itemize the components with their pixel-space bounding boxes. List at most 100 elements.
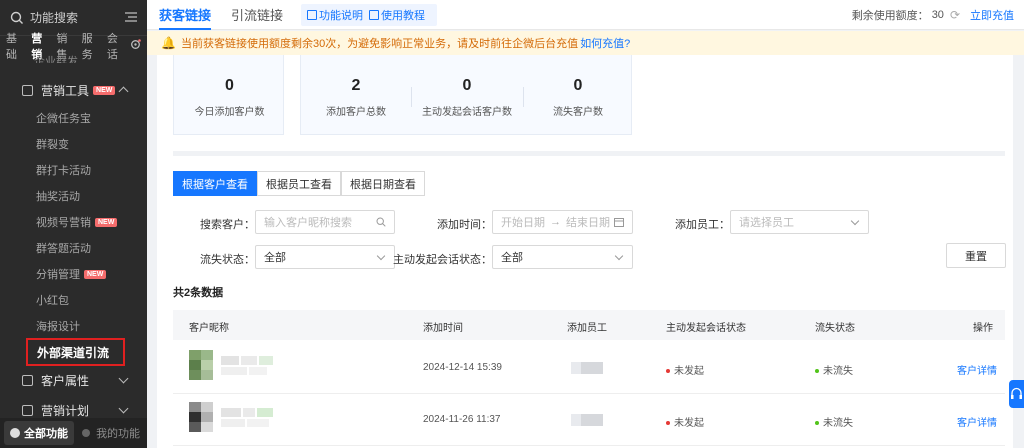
content-card: 0 今日添加客户数 2 添加客户总数 0 主动发起会话客户数 0 流失客户数 根… [157, 55, 1013, 448]
sidebar-item-label: 海报设计 [36, 321, 80, 333]
add-time-cell: 2024-12-14 15:39 [423, 362, 502, 373]
add-time-label: 添加时间： [437, 219, 492, 231]
sidebar-item-distribution[interactable]: 分销管理 NEW [0, 262, 147, 286]
marketing-plan-icon [22, 404, 33, 416]
add-staff-select[interactable]: 请选择员工 [730, 210, 869, 234]
sidebar-item-poster-design[interactable]: 海报设计 [0, 314, 147, 338]
sidebar-group-label: 营销工具 [41, 83, 90, 98]
add-time-range-picker[interactable]: 开始日期 → 结束日期 [492, 210, 633, 234]
book-icon [307, 9, 318, 20]
tab-traffic-link[interactable]: 引流链接 [231, 0, 283, 30]
floating-service-button[interactable] [1009, 380, 1024, 408]
sidebar-item-task-bao[interactable]: 企微任务宝 [0, 106, 147, 130]
all-functions-icon [10, 428, 20, 438]
stat-value: 0 [462, 77, 472, 94]
sidebar-item-group-send[interactable]: 企业群发 [34, 53, 78, 63]
how-to-recharge-link[interactable]: 如何充值? [580, 35, 630, 51]
my-functions-button[interactable]: 我的功能 [82, 425, 140, 441]
stat-label: 今日添加客户数 [194, 107, 265, 118]
sidebar-tab-basic[interactable]: 基础 [6, 30, 25, 62]
col-churn-status: 流失状态 [815, 323, 855, 334]
sidebar-category-tabs: 基础 营销 销售 服务 会话 [0, 33, 147, 61]
stat-today-added: 0 今日添加客户数 [174, 77, 285, 118]
refresh-icon[interactable]: ⟳ [950, 8, 960, 22]
sidebar-item-external-channel[interactable]: 外部渠道引流 [26, 338, 125, 366]
sidebar-item-label: 企微任务宝 [36, 113, 91, 125]
menu-collapse-icon[interactable] [125, 11, 137, 25]
user-icon [82, 429, 90, 437]
customer-attr-icon [22, 374, 33, 386]
sidebar-item-group-fission[interactable]: 群裂变 [0, 132, 147, 156]
churn-status-value: 全部 [264, 252, 286, 264]
quota-value: 30 [931, 9, 944, 21]
sidebar-item-group-checkin[interactable]: 群打卡活动 [0, 158, 147, 182]
table-header: 客户昵称 添加时间 添加员工 主动发起会话状态 流失状态 操作 [173, 310, 1005, 340]
sidebar-item-label: 群打卡活动 [36, 165, 91, 177]
sidebar-item-label: 分销管理 [36, 269, 80, 281]
staff-blurred [571, 414, 603, 426]
session-status-cell: 未发起 [666, 414, 704, 429]
sidebar-bottom-bar: 全部功能 我的功能 [0, 418, 147, 448]
function-guide-link[interactable]: 功能说明 [319, 7, 363, 23]
tab-by-staff[interactable]: 根据员工查看 [257, 171, 341, 196]
search-icon [10, 11, 24, 25]
tab-by-customer[interactable]: 根据客户查看 [173, 171, 257, 196]
search-customer-input[interactable]: 输入客户昵称搜索 [255, 210, 395, 234]
stat-label: 添加客户总数 [326, 107, 386, 118]
settings-icon[interactable] [130, 39, 141, 53]
sidebar-item-lottery[interactable]: 抽奖活动 [0, 184, 147, 208]
section-divider [173, 151, 1005, 156]
chevron-down-icon [118, 403, 129, 414]
customer-detail-link[interactable]: 客户详情 [957, 362, 997, 377]
range-arrow-icon: → [550, 216, 561, 228]
sidebar-item-label: 外部渠道引流 [37, 345, 110, 360]
sidebar-item-label: 小红包 [36, 295, 69, 307]
tab-acquisition-link[interactable]: 获客链接 [159, 0, 212, 30]
all-functions-button[interactable]: 全部功能 [4, 421, 74, 445]
reset-button[interactable]: 重置 [946, 243, 1006, 268]
churn-status-select[interactable]: 全部 [255, 245, 395, 269]
customer-detail-link[interactable]: 客户详情 [957, 414, 997, 429]
result-count: 共2条数据 [173, 287, 224, 299]
sidebar-item-group-quiz[interactable]: 群答题活动 [0, 236, 147, 260]
sidebar-group-label: 营销计划 [41, 403, 90, 418]
stat-label: 主动发起会话客户数 [422, 107, 512, 118]
sidebar-group-label: 客户属性 [41, 373, 90, 388]
bell-icon: 🔔 [161, 36, 176, 50]
add-staff-placeholder: 请选择员工 [739, 217, 794, 229]
col-actions: 操作 [973, 323, 993, 334]
sidebar-tab-session[interactable]: 会话 [107, 30, 126, 62]
sidebar-item-label: 抽奖活动 [36, 191, 80, 203]
customer-nickname-blurred [221, 406, 279, 428]
end-date-placeholder: 结束日期 [566, 217, 610, 229]
stat-label: 流失客户数 [553, 107, 603, 118]
tutorial-link[interactable]: 使用教程 [381, 7, 425, 23]
stat-value: 0 [573, 77, 583, 94]
search-customer-placeholder: 输入客户昵称搜索 [264, 217, 352, 229]
col-customer-nickname: 客户昵称 [189, 323, 229, 334]
stat-box-summary: 2 添加客户总数 0 主动发起会话客户数 0 流失客户数 [300, 55, 632, 135]
tab-by-date[interactable]: 根据日期查看 [341, 171, 425, 196]
chevron-down-icon [376, 251, 386, 261]
recharge-link[interactable]: 立即充值 [970, 7, 1014, 23]
chevron-down-icon [118, 373, 129, 384]
sidebar: 功能搜索 基础 营销 销售 服务 会话 企业群发 营销工具 NEW 企微任务宝 … [0, 0, 147, 448]
sidebar-item-label: 群裂变 [36, 139, 69, 151]
quota-notice-banner: 🔔 当前获客链接使用额度剩余30次，为避免影响正常业务，请及时前往企微后台充值 … [147, 31, 1024, 55]
sidebar-group-marketing-tools[interactable]: 营销工具 NEW [0, 77, 147, 103]
session-status-select[interactable]: 全部 [492, 245, 633, 269]
status-dot-icon [666, 369, 670, 374]
session-status-text: 未发起 [674, 418, 704, 429]
stat-value: 0 [225, 77, 234, 94]
sidebar-item-red-packet[interactable]: 小红包 [0, 288, 147, 312]
function-search-label: 功能搜索 [30, 11, 79, 25]
sidebar-group-customer-attr[interactable]: 客户属性 [0, 367, 147, 393]
add-staff-label: 添加员工： [675, 219, 730, 231]
sidebar-item-channels-marketing[interactable]: 视频号营销 NEW [0, 210, 147, 234]
chevron-down-icon [850, 216, 860, 226]
sidebar-tab-service[interactable]: 服务 [82, 30, 101, 62]
stat-value: 2 [351, 77, 361, 94]
search-icon [376, 217, 386, 230]
chevron-up-icon [118, 86, 129, 97]
search-customer-label: 搜索客户： [200, 219, 255, 231]
